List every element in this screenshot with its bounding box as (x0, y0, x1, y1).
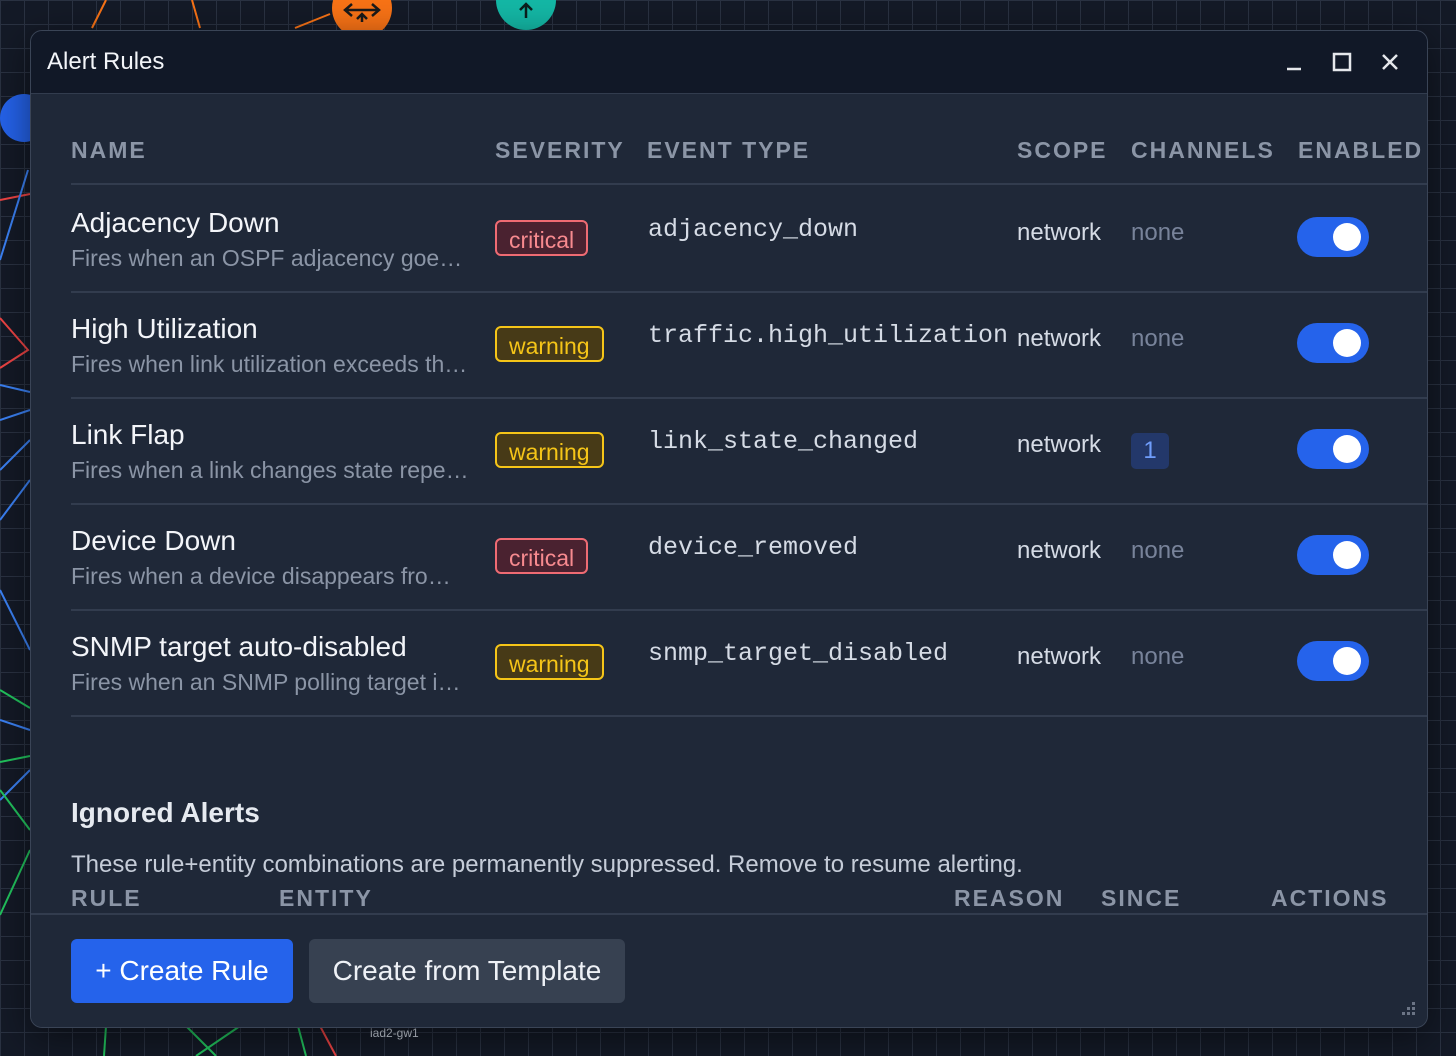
scope: network (1017, 431, 1102, 458)
rule-description: Fires when link utilization exceeds the … (71, 351, 469, 377)
event-type: traffic.high_utilization (648, 321, 1009, 350)
ignored-alerts-description: These rule+entity combinations are perma… (71, 851, 1023, 878)
column-header-enabled[interactable]: ENABLED (1298, 137, 1423, 164)
severity-badge: warning (495, 326, 604, 362)
channels: none (1131, 537, 1185, 564)
enabled-toggle[interactable] (1297, 217, 1369, 257)
rule-name: Adjacency Down (71, 207, 280, 238)
rule-description: Fires when an SNMP polling target is aut… (71, 669, 469, 695)
resize-grip-icon[interactable] (1399, 1001, 1417, 1019)
maximize-button[interactable] (1329, 49, 1355, 75)
toggle-knob (1333, 435, 1361, 463)
rule-description: Fires when an OSPF adjacency goes down (71, 245, 469, 271)
table-row[interactable]: Device Down Fires when a device disappea… (71, 503, 1427, 611)
channels: none (1131, 643, 1185, 670)
rule-name: Link Flap (71, 419, 185, 450)
column-header-actions[interactable]: ACTIONS (1271, 885, 1389, 912)
maximize-icon (1332, 52, 1352, 72)
minimize-button[interactable] (1281, 49, 1307, 75)
column-header-since[interactable]: SINCE (1101, 885, 1181, 912)
toggle-knob (1333, 329, 1361, 357)
column-header-entity[interactable]: ENTITY (279, 885, 373, 912)
toggle-knob (1333, 223, 1361, 251)
toggle-knob (1333, 647, 1361, 675)
channels: none (1131, 219, 1185, 246)
column-header-rule[interactable]: RULE (71, 885, 142, 912)
table-row[interactable]: Link Flap Fires when a link changes stat… (71, 397, 1427, 505)
titlebar: Alert Rules (31, 31, 1427, 94)
event-type: device_removed (648, 533, 859, 562)
table-row[interactable]: High Utilization Fires when link utiliza… (71, 291, 1427, 399)
toggle-knob (1333, 541, 1361, 569)
severity-badge: critical (495, 538, 589, 574)
table-row[interactable]: SNMP target auto-disabled Fires when an … (71, 609, 1427, 717)
event-type: adjacency_down (648, 215, 859, 244)
severity-badge: critical (495, 220, 589, 256)
scope: network (1017, 537, 1102, 564)
channels: none (1131, 325, 1185, 352)
event-type: link_state_changed (648, 427, 919, 456)
window-title: Alert Rules (47, 48, 165, 75)
table-row[interactable]: Adjacency Down Fires when an OSPF adjace… (71, 185, 1427, 293)
enabled-toggle[interactable] (1297, 429, 1369, 469)
column-header-event-type[interactable]: EVENT TYPE (647, 137, 810, 164)
enabled-toggle[interactable] (1297, 323, 1369, 363)
create-rule-button[interactable]: + Create Rule (71, 939, 293, 1003)
column-header-name[interactable]: NAME (71, 137, 147, 164)
rule-name: Device Down (71, 525, 236, 556)
close-icon (1382, 54, 1398, 70)
rule-name: SNMP target auto-disabled (71, 631, 407, 662)
scope: network (1017, 325, 1102, 352)
channel-count-badge[interactable]: 1 (1131, 433, 1169, 469)
rule-description: Fires when a device disappears from the … (71, 563, 469, 589)
enabled-toggle[interactable] (1297, 535, 1369, 575)
create-from-template-button[interactable]: Create from Template (309, 939, 625, 1003)
rule-description: Fires when a link changes state repeated… (71, 457, 469, 483)
rule-name: High Utilization (71, 313, 258, 344)
ignored-alerts-title: Ignored Alerts (71, 797, 260, 828)
column-header-channels[interactable]: CHANNELS (1131, 137, 1275, 164)
column-header-reason[interactable]: REASON (954, 885, 1064, 912)
column-header-scope[interactable]: SCOPE (1017, 137, 1108, 164)
close-button[interactable] (1377, 49, 1403, 75)
severity-badge: warning (495, 644, 604, 680)
node-label: iad2-gw1 (370, 1026, 419, 1040)
enabled-toggle[interactable] (1297, 641, 1369, 681)
event-type: snmp_target_disabled (648, 639, 949, 668)
scope: network (1017, 219, 1102, 246)
scope: network (1017, 643, 1102, 670)
alert-rules-window: Alert Rules NAME SEVERITY EVENT TYPE SCO… (30, 30, 1428, 1028)
column-header-severity[interactable]: SEVERITY (495, 137, 625, 164)
severity-badge: warning (495, 432, 604, 468)
minimize-icon (1287, 67, 1301, 71)
footer-bar: + Create Rule Create from Template (31, 913, 1427, 1027)
